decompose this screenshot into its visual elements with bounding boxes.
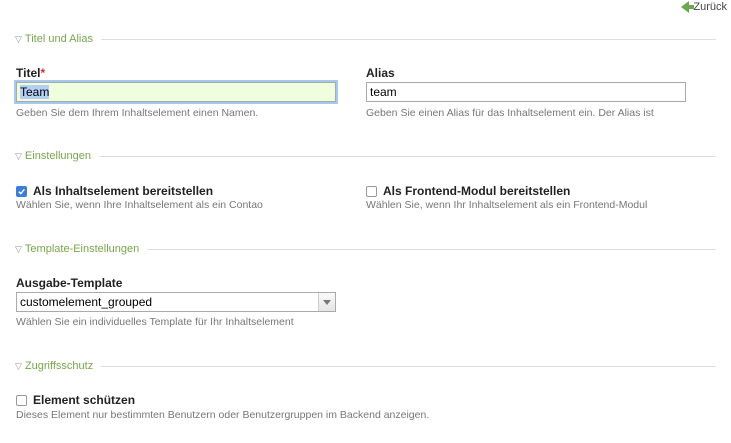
frontend-module-checkbox[interactable] (366, 185, 377, 197)
alias-input[interactable]: team (366, 82, 686, 102)
legend-label: Titel und Alias (24, 33, 93, 45)
required-marker: * (40, 66, 46, 80)
triangle-down-icon: ▽ (15, 243, 22, 254)
output-template-value: customelement_grouped (20, 295, 153, 309)
legend-title-alias[interactable]: ▽ Titel und Alias (15, 32, 716, 46)
content-element-help: Wählen Sie, wenn Ihre Inhaltselement als… (16, 199, 263, 211)
back-label: Zurück (693, 1, 727, 13)
title-help: Geben Sie dem Ihrem Inhaltselement einen… (16, 107, 259, 119)
legend-settings[interactable]: ▽ Einstellungen (15, 149, 716, 163)
divider (147, 248, 716, 250)
divider (98, 155, 716, 157)
frontend-module-option[interactable]: Als Frontend-Modul bereitstellen (366, 184, 570, 198)
frontend-module-label: Als Frontend-Modul bereitstellen (383, 184, 571, 198)
content-element-checkbox[interactable] (16, 185, 27, 197)
content-element-label: Als Inhaltselement bereitstellen (33, 184, 214, 198)
output-template-help: Wählen Sie ein individuelles Template fü… (16, 316, 294, 328)
alias-help: Geben Sie einen Alias für das Inhaltsele… (366, 107, 654, 119)
output-template-label: Ausgabe-Template (16, 276, 123, 290)
triangle-down-icon: ▽ (15, 360, 22, 371)
title-input[interactable]: Team (16, 82, 336, 102)
protect-option[interactable]: Element schützen (16, 393, 135, 407)
legend-access[interactable]: ▽ Zugriffsschutz (15, 359, 716, 373)
protect-checkbox[interactable] (16, 394, 27, 406)
triangle-down-icon: ▽ (15, 150, 22, 161)
divider (101, 365, 716, 367)
title-input-value: Team (20, 85, 50, 99)
legend-label: Einstellungen (24, 150, 91, 162)
checkmark-icon (18, 188, 25, 195)
legend-template[interactable]: ▽ Template-Einstellungen (15, 242, 716, 256)
divider (101, 38, 716, 40)
title-label: Titel* (16, 66, 46, 80)
chevron-down-icon[interactable] (318, 293, 335, 311)
content-element-option[interactable]: Als Inhaltselement bereitstellen (16, 184, 213, 198)
legend-label: Template-Einstellungen (24, 243, 140, 255)
arrow-left-icon (681, 1, 695, 13)
alias-input-value: team (370, 85, 397, 99)
protect-label: Element schützen (33, 393, 136, 407)
legend-label: Zugriffsschutz (24, 360, 94, 372)
protect-help: Dieses Element nur bestimmten Benutzern … (16, 409, 430, 421)
triangle-down-icon: ▽ (15, 33, 22, 44)
alias-label: Alias (366, 66, 395, 80)
output-template-select[interactable]: customelement_grouped (16, 292, 336, 312)
frontend-module-help: Wählen Sie, wenn Ihr Inhaltselement als … (366, 199, 648, 211)
back-link[interactable]: Zurück (681, 1, 727, 13)
